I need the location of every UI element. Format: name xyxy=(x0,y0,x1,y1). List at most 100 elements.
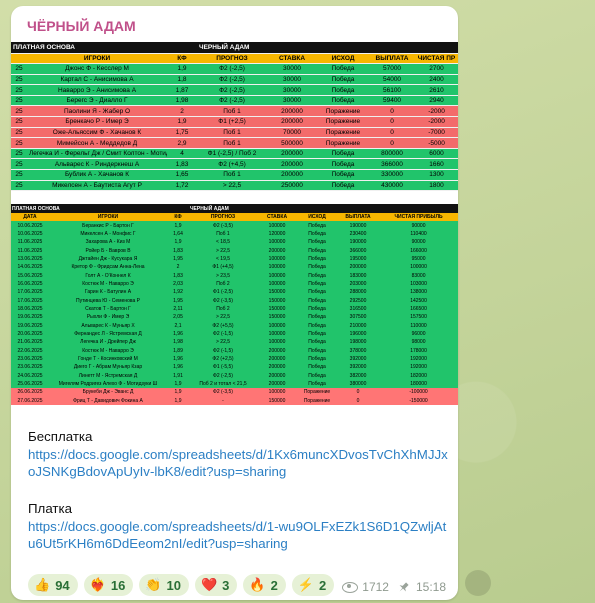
reaction-count: 2 xyxy=(319,577,327,593)
table-cell: 1,96 xyxy=(173,330,183,337)
table-cell: 138000 xyxy=(410,289,427,296)
table-cell: Ф2 (-2,5) xyxy=(197,84,268,96)
table-cell: 25 xyxy=(11,169,27,181)
table-cell: 20.06.2025 xyxy=(17,330,43,337)
table-cell: 800000 xyxy=(369,148,416,160)
table-row: 15.06.2025 Голт А - О'Коннел К 1,83 > 23,5 1… xyxy=(11,271,458,280)
table-cell: Победа xyxy=(308,347,326,354)
table-cell: Ф2 (-2,5) xyxy=(197,63,268,75)
table-cell: 30000 xyxy=(267,63,318,75)
reaction-chip[interactable]: ❤️‍🔥 16 xyxy=(83,574,134,596)
table-cell: 100000 xyxy=(268,239,286,246)
free-link[interactable]: https://docs.google.com/spreadsheets/d/1… xyxy=(28,446,453,480)
table-cell: 200000 xyxy=(267,148,318,160)
table-row: 25 Мимейсон А - Меддедов Д 2,9 Поб 1 500000 П… xyxy=(11,137,458,149)
table-cell: 100000 xyxy=(268,280,286,287)
table-row: 16.06.2025 Костюк М - Наварро Э 2,03 Поб 2 1… xyxy=(11,279,458,289)
table-cell: 56100 xyxy=(369,84,416,96)
table-cell: 190000 xyxy=(349,222,367,229)
table-cell: 10.06.2025 xyxy=(17,230,43,237)
reaction-chip[interactable]: 🔥 2 xyxy=(243,574,286,596)
table-cell: 1660 xyxy=(415,158,458,171)
paid-link[interactable]: https://docs.google.com/spreadsheets/d/1… xyxy=(28,518,453,552)
table-cell: Ф2 (-2,5) xyxy=(197,74,268,86)
table-cell: 166500 xyxy=(410,305,427,312)
table-cell: -150000 xyxy=(409,397,428,404)
screenshot-image-1[interactable]: ПЛАТНАЯ ОСНОВА ЧЕРНЫЙ АДАМ ИГРОКИ КФ ПРОГНОЗ… xyxy=(11,42,458,203)
table-cell: 15.06.2025 xyxy=(17,272,43,279)
table-row: 25 Берегс Э - Диалло Г 1,98 Ф2 (-2,5) 30000 П… xyxy=(11,95,458,107)
table-cell: 157500 xyxy=(410,314,427,321)
table-cell: Фриц Т - Давидович Фокина А xyxy=(73,397,143,404)
table-cell: 1,64 xyxy=(173,230,183,237)
table-cell: 180000 xyxy=(410,381,427,388)
forward-button[interactable] xyxy=(465,570,491,596)
table-cell: 200000 xyxy=(268,356,286,363)
table-cell: Поражение xyxy=(317,137,370,149)
table-row: 18.06.2025 Скатов Т - Бартон Г 2,11 Поб 2 15… xyxy=(11,304,458,314)
table-cell: 100000 xyxy=(268,272,286,279)
table-cell: Поражение xyxy=(303,397,331,404)
table-cell: Поб 2 xyxy=(216,305,230,312)
table-cell: Ройер Б - Вавров В xyxy=(85,247,131,254)
table-cell: Победа xyxy=(308,247,326,254)
table-cell: 200000 xyxy=(268,372,286,379)
table-cell: 182000 xyxy=(410,372,427,379)
table-cell: Поб 1 xyxy=(197,137,268,149)
table-row: 11.06.2025 Захарова А - Киз М 1,9 < 18,5 100… xyxy=(11,238,458,247)
table-cell: Захарова А - Киз М xyxy=(85,239,131,246)
reaction-chip[interactable]: ❤️ 3 xyxy=(194,574,238,596)
table-cell: 25 xyxy=(11,180,27,192)
table-cell: 100000 xyxy=(268,222,286,229)
table-cell: 100000 xyxy=(268,255,286,262)
table-cell: Ф2 (-2,5) xyxy=(213,372,233,379)
table-row: 23.06.2025 Гонде Т - Косинковский М 1,96 Ф2… xyxy=(11,354,458,364)
table-cell: > 22,5 xyxy=(215,314,231,321)
table-cell: 54000 xyxy=(369,74,416,86)
reaction-count: 3 xyxy=(222,577,230,593)
table-cell: 100000 xyxy=(410,264,427,271)
screenshot-image-2[interactable]: ПЛАТНАЯ ОСНОВА ЧЕРНЫЙ АДАМ ДАТА ИГРОКИ КФ ПРО… xyxy=(11,204,458,422)
table-row: 17.06.2025 Путинцева Ю - Семенова Р 1,95 Ф2… xyxy=(11,296,458,305)
views-count: 1712 xyxy=(362,580,389,594)
column-header xyxy=(11,53,27,65)
table-header-row: ДАТА ИГРОКИ КФ ПРОГНОЗ СТАВКА ИСХОД ВЫПЛАТА ЧИС… xyxy=(11,213,458,222)
table-cell: 150000 xyxy=(268,289,286,296)
table-cell: 70000 xyxy=(267,127,318,139)
views-icon xyxy=(342,581,359,593)
table-cell: Победа xyxy=(317,158,370,171)
column-header: ПРОГНОЗ xyxy=(189,213,258,222)
table-cell: Костюк М - Наварро Э xyxy=(82,347,134,354)
table-cell: 25 xyxy=(11,148,27,160)
table-cell: Кретор Ф - Фридсам Анна-Лена xyxy=(71,264,145,271)
table-cell: Путинцева Ю - Семенова Р xyxy=(75,297,141,304)
column-header: ДАТА xyxy=(11,213,49,222)
table-cell: 17.06.2025 xyxy=(17,297,43,304)
table-cell: 150000 xyxy=(268,305,286,312)
reaction-chip[interactable]: 👍 94 xyxy=(28,574,78,596)
reaction-emoji-icon: 👏 xyxy=(145,577,162,592)
table-cell: > 22,5 xyxy=(215,247,231,254)
table-cell: 1,9 xyxy=(174,239,182,246)
table-cell: Победа xyxy=(317,180,370,192)
reaction-chip[interactable]: 👏 10 xyxy=(139,574,189,596)
table-row: 17.06.2025 Гарин К - Батулин А 1,92 Ф1 (-2,… xyxy=(11,288,458,297)
table-cell: Бренкачо Р - Имер Э xyxy=(27,116,167,128)
table-cell: 6000 xyxy=(415,148,458,160)
table-cell: 1,8 xyxy=(167,74,198,86)
reaction-chip[interactable]: ⚡ 2 xyxy=(291,574,335,596)
table-row: 13.06.2025 Джтайен Дж - Кусукара Я 1,95 < 1… xyxy=(11,254,458,264)
table-cell: Победа xyxy=(317,148,370,160)
table-cell: Оже-Альяссим Ф - Хачанов К xyxy=(27,127,167,139)
table-cell: Ф1 (-2,5) / Поб 2 xyxy=(197,148,268,160)
table-cell: 23.06.2025 xyxy=(17,356,43,363)
table-cell: 382000 xyxy=(349,372,367,379)
table-cell: 1,98 xyxy=(167,95,198,107)
table-cell: Победа xyxy=(317,63,370,75)
table-row: 19.06.2025 Рыхли Ф - Имер Э 2,05 > 22,5 1500… xyxy=(11,313,458,322)
table-cell: 392000 xyxy=(349,356,367,363)
table-cell: 2,03 xyxy=(173,280,183,287)
table-cell: 1,83 xyxy=(173,272,183,279)
column-header: СТАВКА xyxy=(267,53,318,65)
sender-name[interactable]: ЧЁРНЫЙ АДАМ xyxy=(27,18,136,34)
